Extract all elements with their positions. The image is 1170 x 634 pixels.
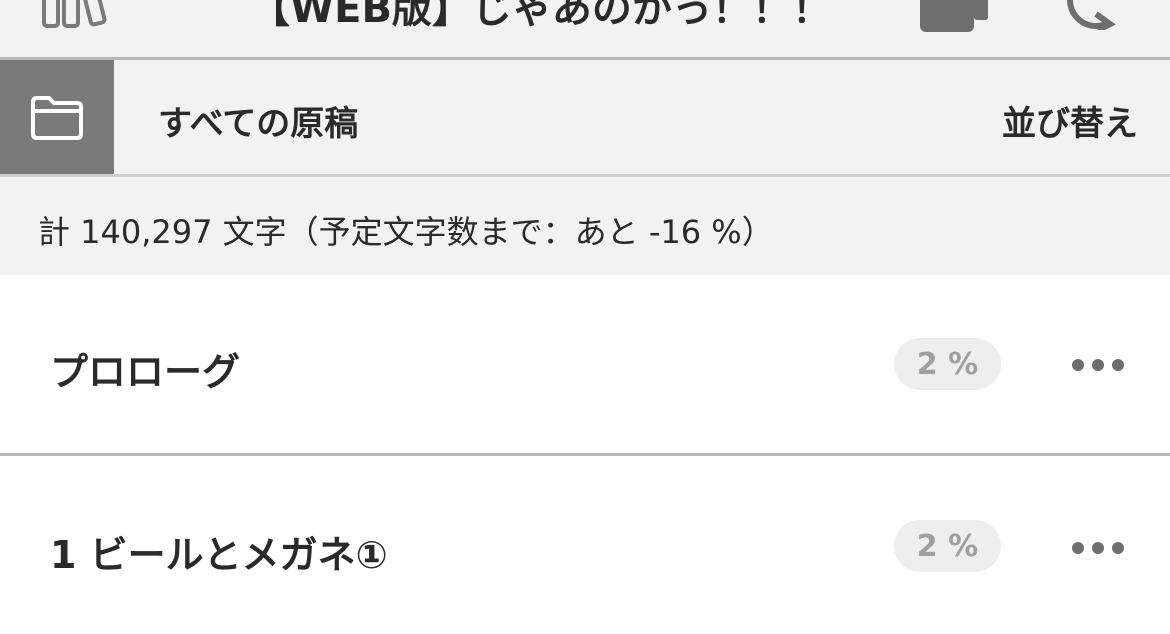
list-item[interactable]: 1 ビールとメガネ① 2 % [0, 456, 1170, 634]
top-bar: 【WEB版】じゃあのかっ！！！ [0, 0, 1170, 60]
item-title: 1 ビールとメガネ① [50, 533, 388, 577]
manuscript-list: プロローグ 2 % 1 ビールとメガネ① 2 % [0, 275, 1170, 634]
progress-badge: 2 % [894, 338, 1001, 390]
word-count-summary: 計 140,297 文字（予定文字数まで：あと -16 %） [0, 177, 1170, 275]
list-item[interactable]: プロローグ 2 % [0, 275, 1170, 456]
document-title: 【WEB版】じゃあのかっ！！！ [250, 0, 832, 32]
folder-button[interactable] [0, 60, 114, 174]
books-icon[interactable] [40, 0, 130, 30]
more-button[interactable] [1068, 528, 1128, 568]
sync-icon[interactable] [1060, 0, 1140, 30]
folder-bar: すべての原稿 並び替え [0, 60, 1170, 177]
summary-text: 計 140,297 文字（予定文字数まで：あと -16 %） [38, 213, 774, 251]
folder-icon [31, 96, 83, 140]
item-title: プロローグ [50, 350, 241, 394]
progress-badge: 2 % [894, 520, 1001, 572]
more-icon [1072, 359, 1124, 371]
sort-button[interactable]: 並び替え [1002, 96, 1138, 145]
folder-label[interactable]: すべての原稿 [158, 96, 358, 145]
more-icon [1072, 542, 1124, 554]
more-button[interactable] [1068, 345, 1128, 385]
document-icon[interactable] [918, 0, 990, 34]
